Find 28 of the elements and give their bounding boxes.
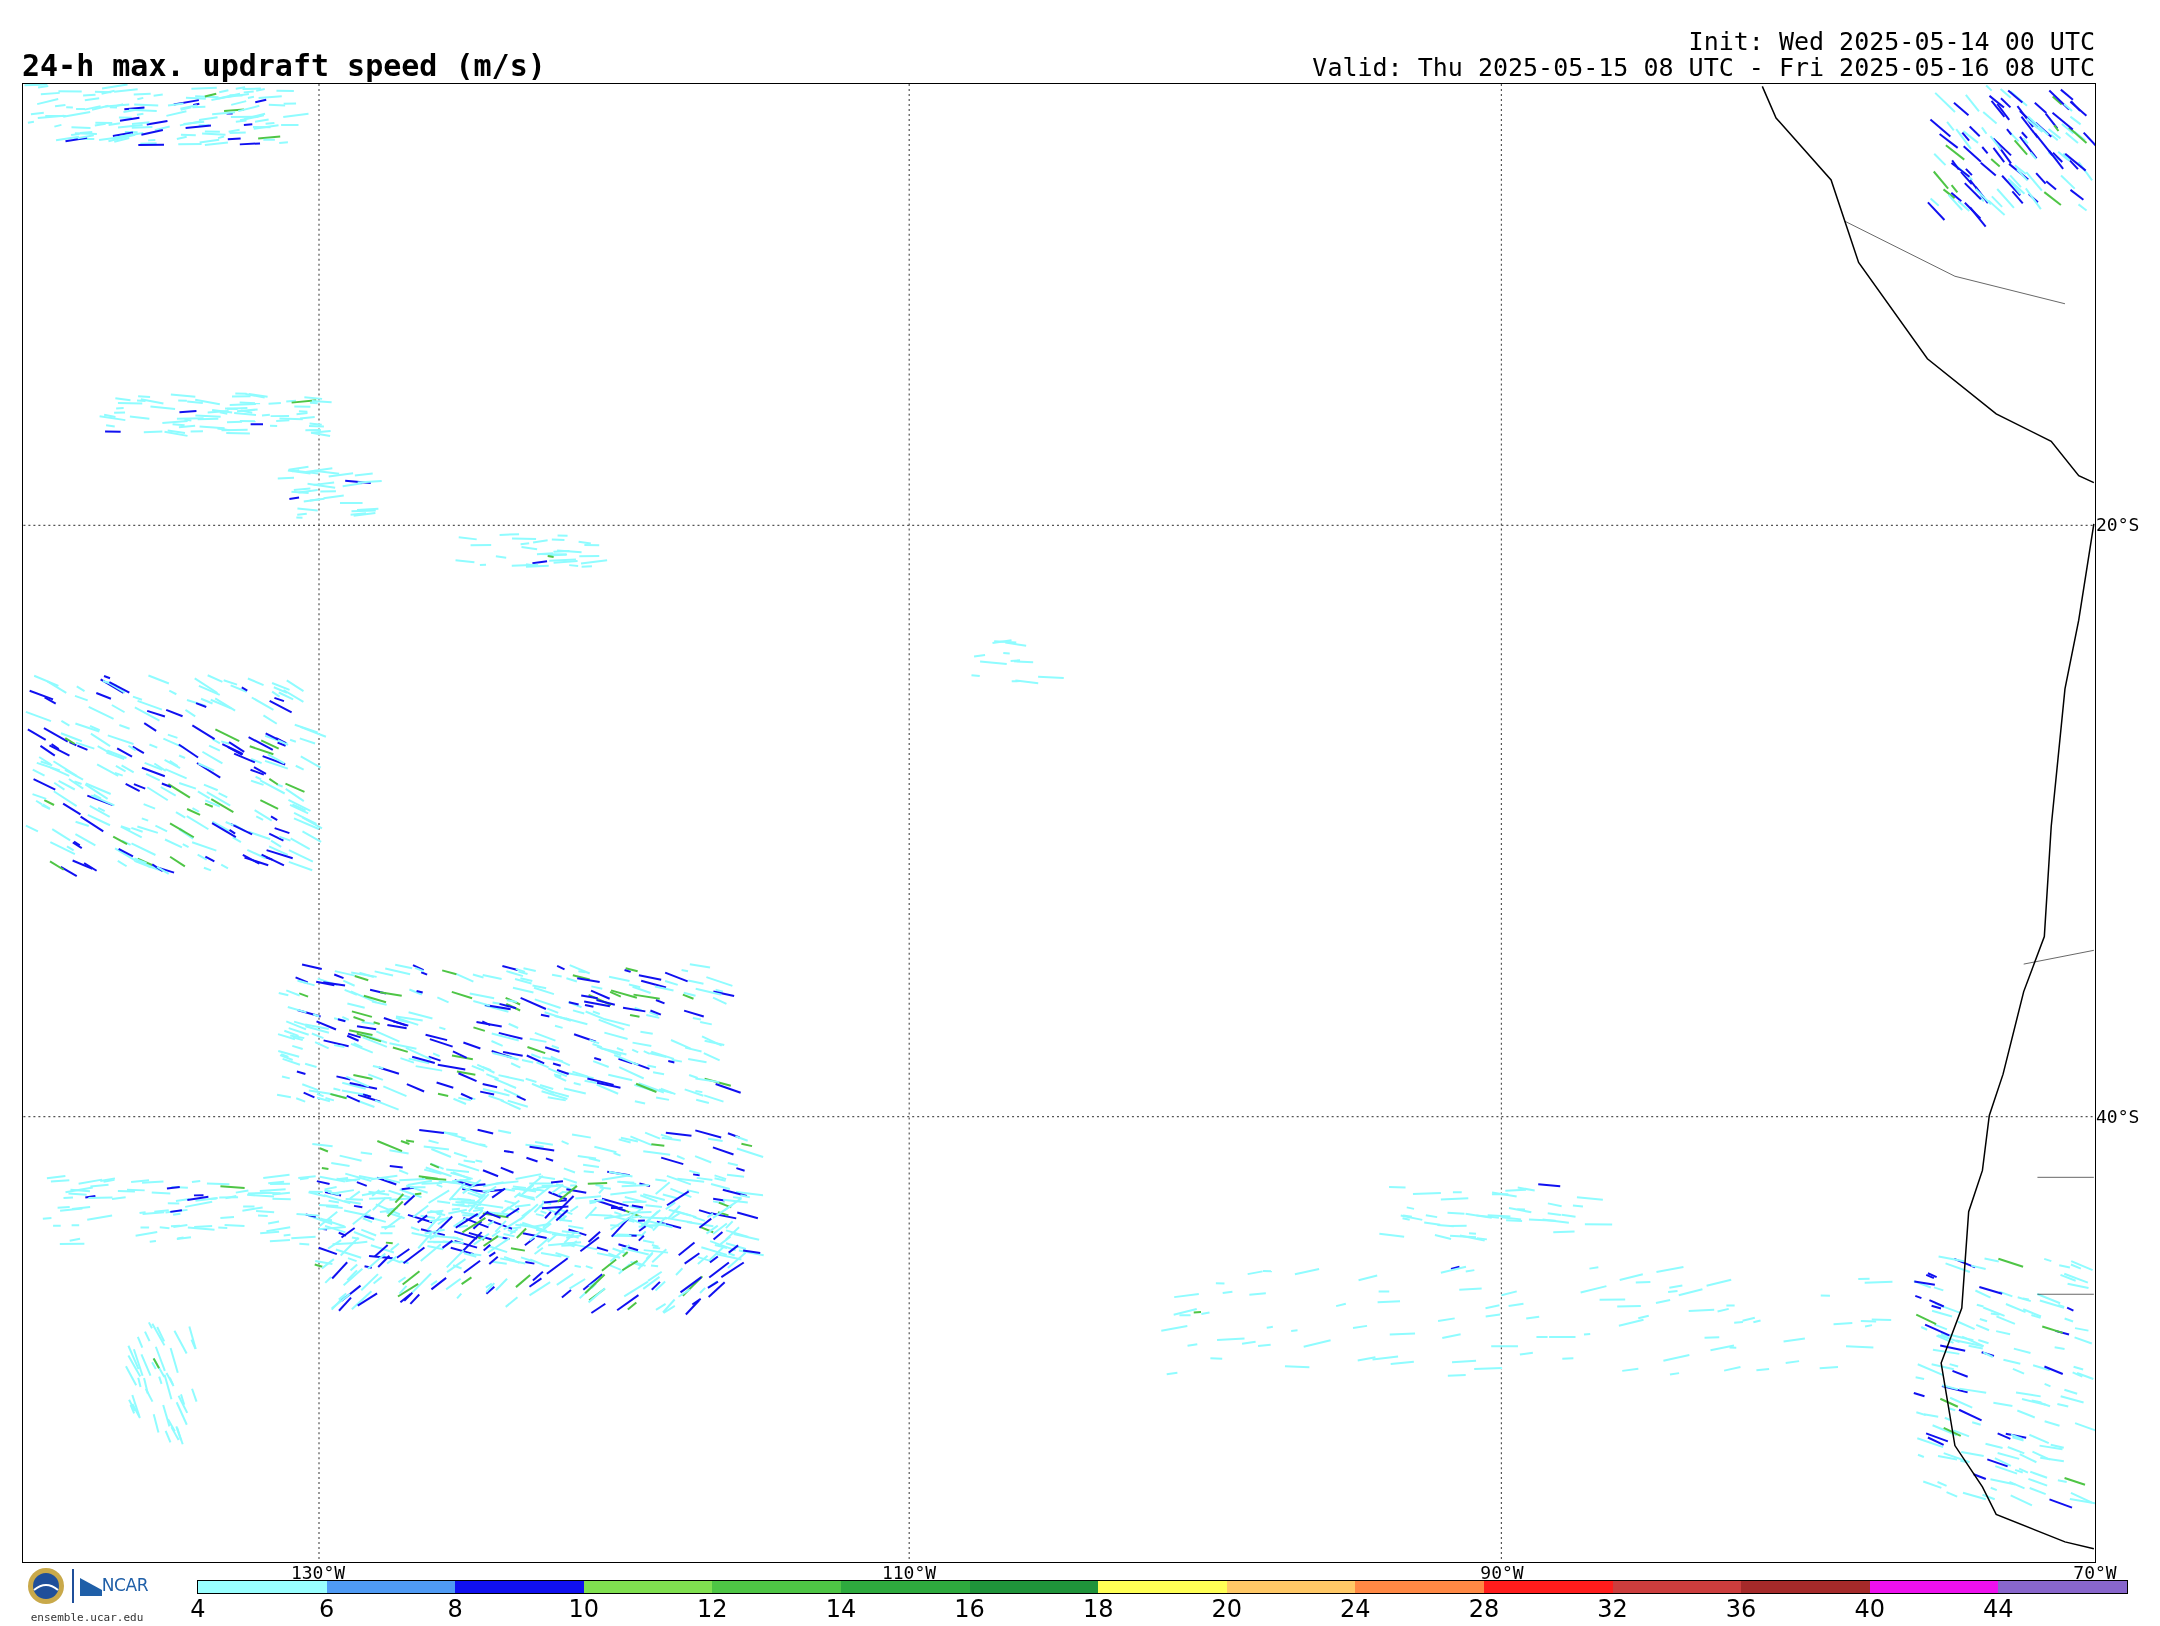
colorbar-tick-label: 16 bbox=[954, 1597, 985, 1621]
init-time: Init: Wed 2025-05-14 00 UTC bbox=[1688, 29, 2095, 55]
colorbar-tick-label: 4 bbox=[190, 1597, 206, 1621]
ncar-logo-text: NCAR bbox=[101, 1574, 149, 1598]
colorbar-tick-label: 24 bbox=[1340, 1597, 1371, 1621]
colorbar-tick-label: 28 bbox=[1468, 1597, 1500, 1621]
nsf-logo-icon bbox=[25, 1566, 66, 1606]
longitude-label: 90°W bbox=[1480, 1563, 1524, 1582]
latitude-label: 20°S bbox=[2096, 516, 2140, 534]
chart-title: 24-h max. updraft speed (m/s) bbox=[22, 51, 546, 81]
colorbar-tick-label: 6 bbox=[318, 1597, 335, 1621]
longitude-label: 70°W bbox=[2073, 1563, 2117, 1582]
latitude-label: 40°S bbox=[2096, 1108, 2140, 1126]
colorbar-tick-label: 14 bbox=[825, 1597, 857, 1621]
colorbar-tick-label: 8 bbox=[447, 1597, 463, 1621]
longitude-label: 110°W bbox=[881, 1563, 937, 1582]
valid-time: Valid: Thu 2025-05-15 08 UTC - Fri 2025-05-16 08 UTC bbox=[1312, 55, 2095, 81]
colorbar-tick-label: 44 bbox=[1983, 1597, 2014, 1621]
colorbar-tick-label: 20 bbox=[1211, 1597, 1242, 1621]
longitude-label: 130°W bbox=[290, 1563, 346, 1582]
website-url: ensemble.ucar.edu bbox=[30, 1610, 144, 1626]
colorbar-tick-label: 36 bbox=[1725, 1597, 1757, 1621]
colorbar-tick-label: 32 bbox=[1597, 1597, 1628, 1621]
colorbar-tick-label: 10 bbox=[568, 1597, 600, 1621]
ncar-logo-icon bbox=[79, 1576, 102, 1596]
colorbar-tick-label: 40 bbox=[1854, 1597, 1885, 1621]
colorbar-tick-label: 12 bbox=[697, 1597, 728, 1621]
colorbar-tick-label: 18 bbox=[1082, 1597, 1114, 1621]
